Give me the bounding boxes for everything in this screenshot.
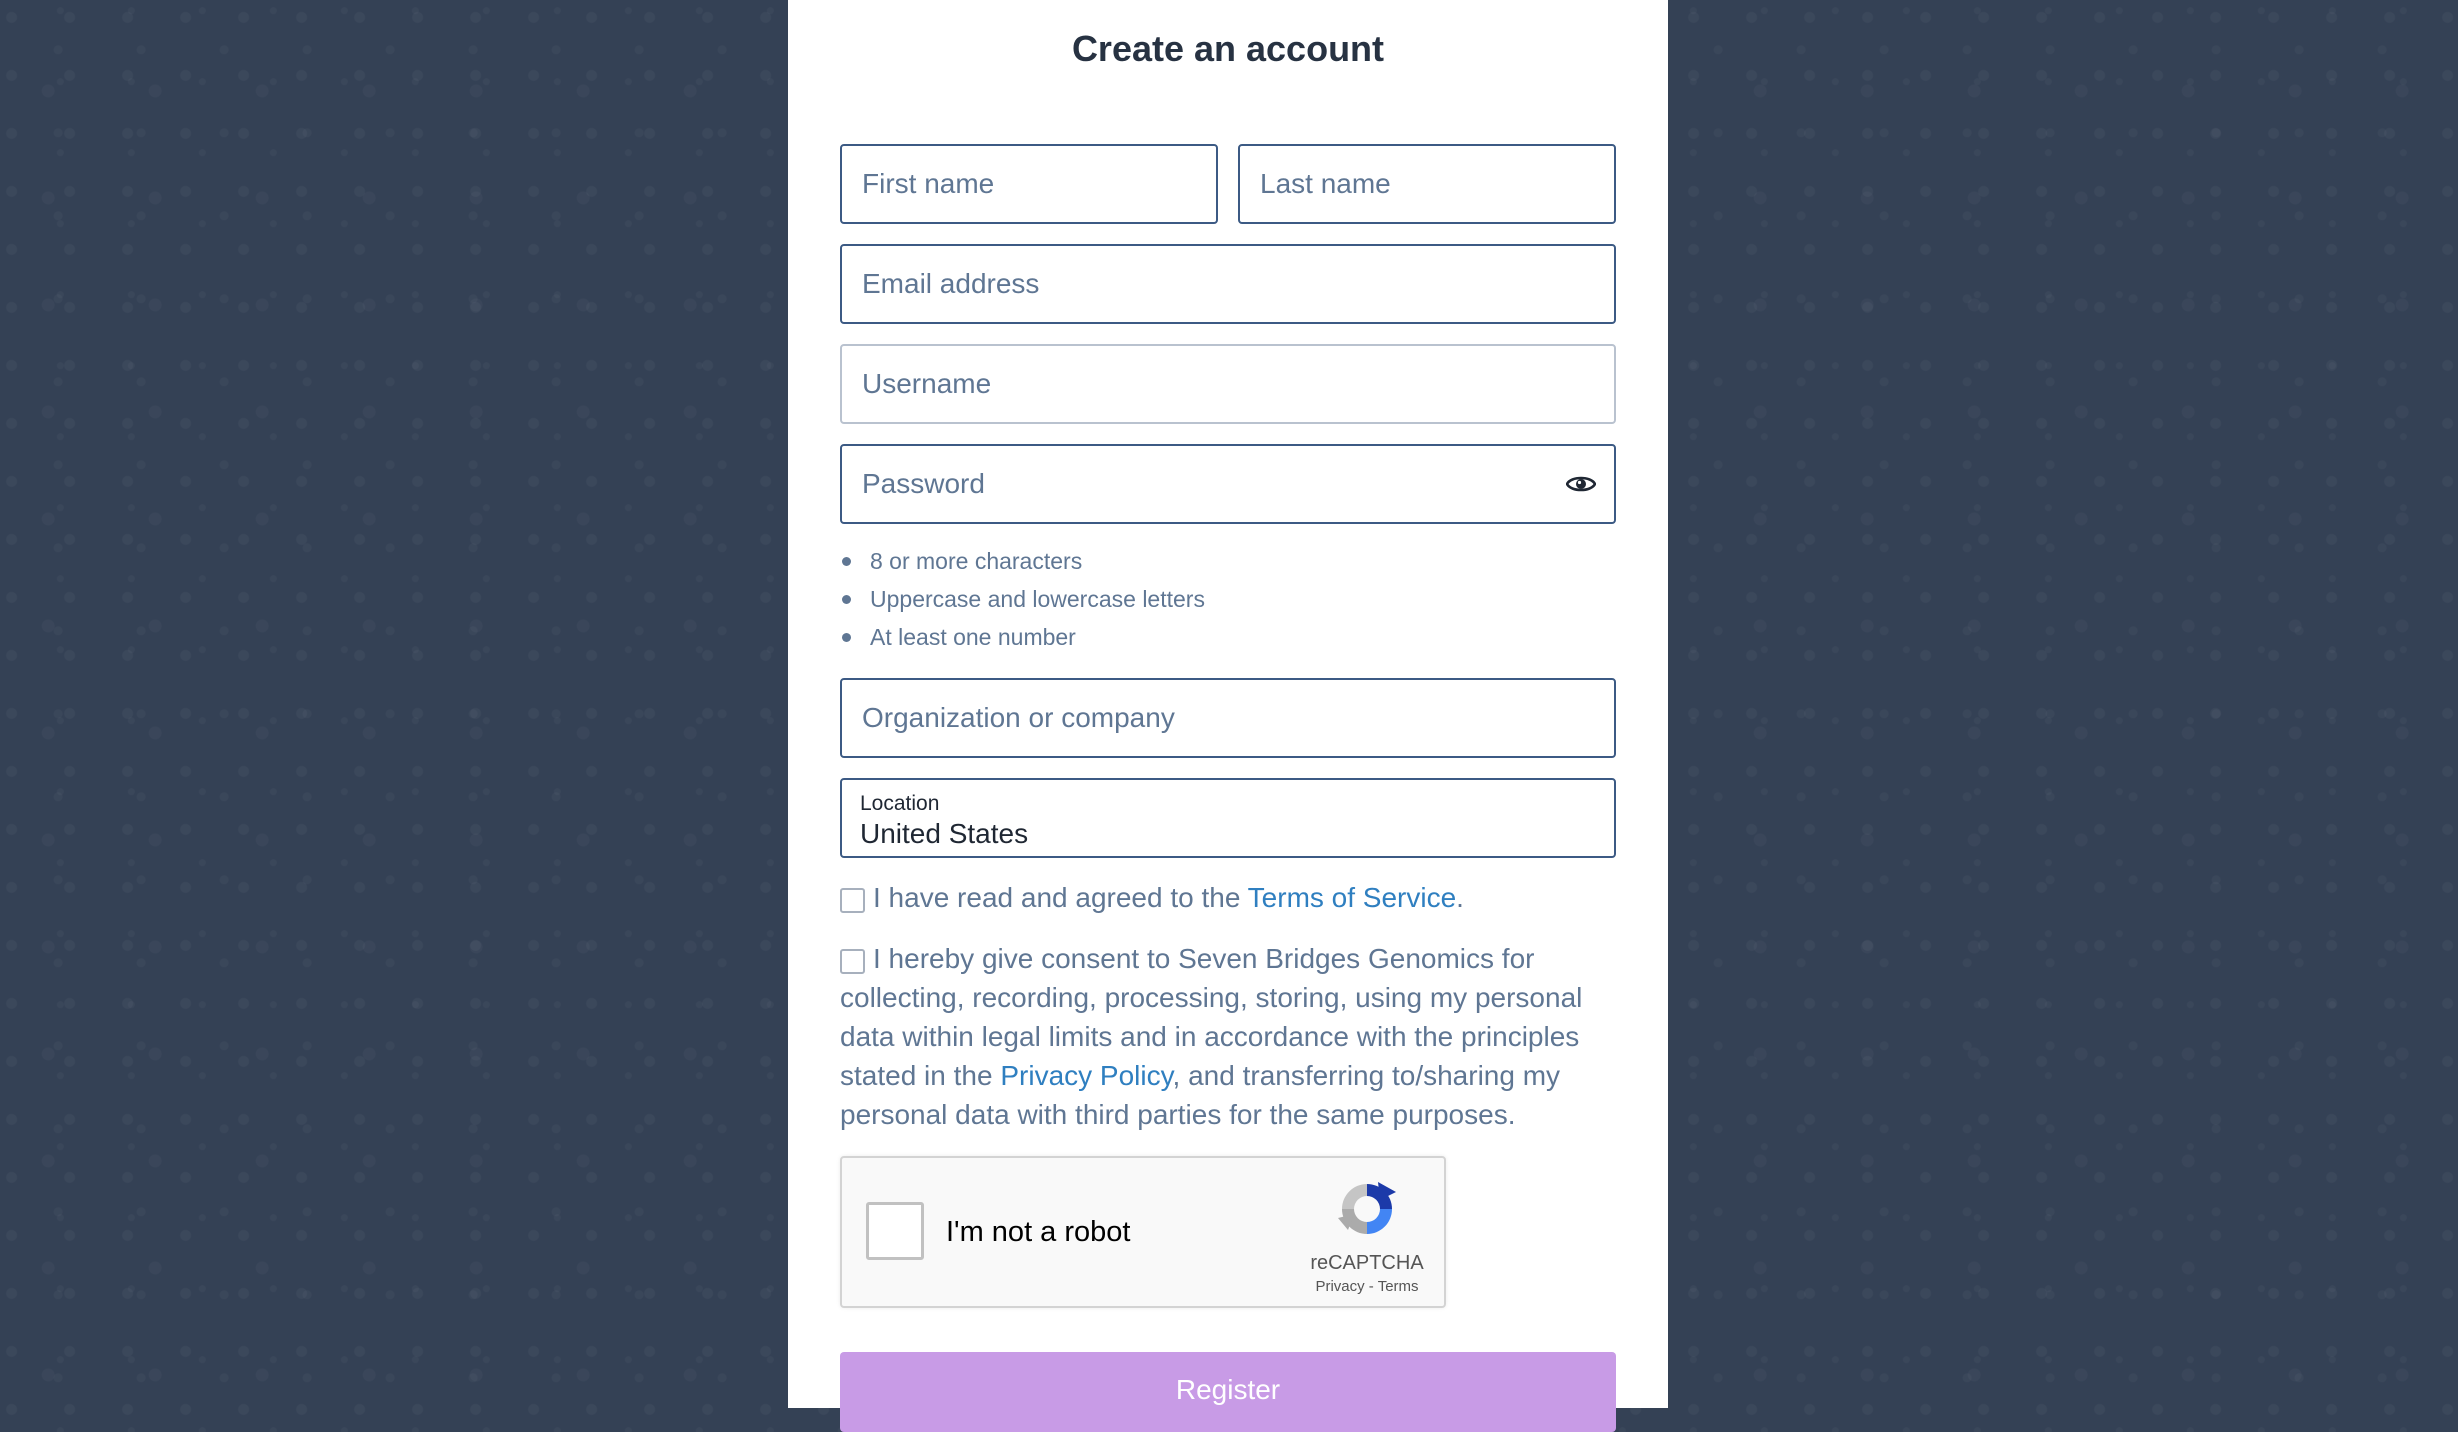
privacy-consent: I hereby give consent to Seven Bridges G… — [840, 939, 1616, 1134]
terms-of-service-link[interactable]: Terms of Service — [1248, 882, 1457, 913]
first-name-field[interactable] — [840, 144, 1218, 224]
terms-agreement: I have read and agreed to the Terms of S… — [840, 878, 1616, 917]
location-select[interactable]: Location United States — [840, 778, 1616, 858]
register-label: Register — [1175, 1374, 1281, 1405]
recaptcha-privacy-link[interactable]: Privacy — [1315, 1278, 1364, 1295]
password-rules-list: 8 or more characters Uppercase and lower… — [840, 548, 1205, 662]
password-rule: 8 or more characters — [840, 548, 1205, 586]
last-name-field[interactable] — [1238, 144, 1616, 224]
location-value[interactable]: United States — [860, 818, 1028, 850]
location-label: Location — [860, 792, 940, 815]
page-title: Create an account — [1071, 28, 1385, 69]
consent-checkbox[interactable] — [840, 949, 865, 974]
recaptcha-brand: reCAPTCHA — [1310, 1252, 1424, 1274]
terms-text: I have read and agreed to the — [873, 882, 1248, 913]
recaptcha-widget: I'm not a robot reCAPTCHA Privacy - Term… — [840, 1156, 1446, 1308]
signup-card: Create an account 8 or more characters U… — [788, 0, 1668, 1432]
email-input[interactable] — [842, 246, 1614, 322]
organization-field[interactable] — [840, 678, 1616, 758]
recaptcha-label: I'm not a robot — [946, 1216, 1131, 1248]
eye-icon[interactable] — [1566, 472, 1596, 496]
organization-input[interactable] — [842, 680, 1614, 756]
terms-checkbox[interactable] — [840, 888, 865, 913]
recaptcha-logo-icon — [1338, 1182, 1396, 1234]
password-rule: Uppercase and lowercase letters — [840, 586, 1205, 624]
recaptcha-separator: - — [1364, 1278, 1378, 1295]
password-rule: At least one number — [840, 624, 1205, 662]
terms-suffix: . — [1456, 882, 1464, 913]
email-field[interactable] — [840, 244, 1616, 324]
privacy-policy-link[interactable]: Privacy Policy — [1000, 1060, 1172, 1091]
recaptcha-links: Privacy - Terms — [1276, 1278, 1458, 1295]
first-name-input[interactable] — [842, 146, 1216, 222]
recaptcha-terms-link[interactable]: Terms — [1378, 1278, 1419, 1295]
username-field[interactable] — [840, 344, 1616, 424]
password-input[interactable] — [842, 446, 1614, 522]
password-field[interactable] — [840, 444, 1616, 524]
register-button[interactable]: Register — [840, 1352, 1616, 1432]
recaptcha-checkbox[interactable] — [866, 1202, 924, 1260]
username-input[interactable] — [842, 346, 1614, 422]
last-name-input[interactable] — [1240, 146, 1614, 222]
